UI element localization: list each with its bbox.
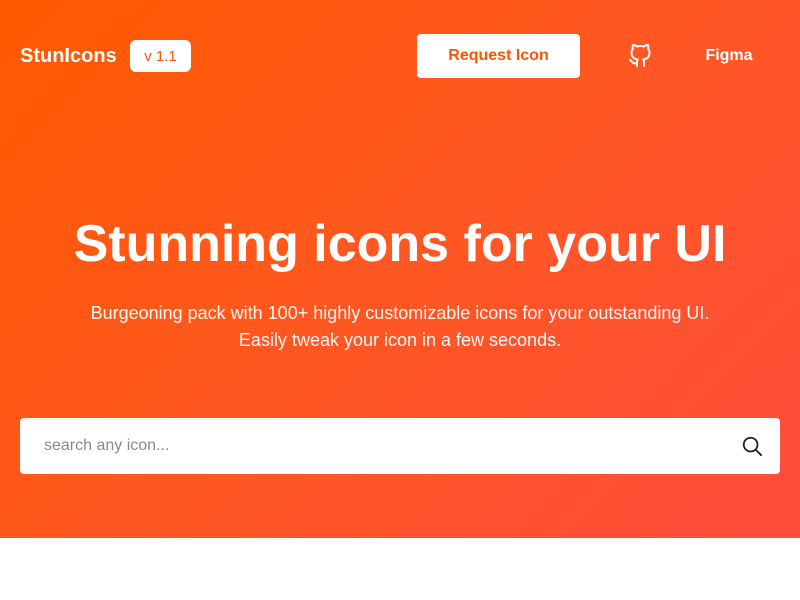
figma-link[interactable]: Figma — [700, 43, 758, 69]
github-link[interactable] — [627, 43, 653, 69]
hero-section: StunIcons v 1.1 Request Icon Figma Stunn… — [0, 0, 800, 538]
search-box — [20, 418, 780, 474]
hero-title: Stunning icons for your UI — [73, 215, 727, 273]
hero-subtitle-line-1: Burgeoning pack with 100+ highly customi… — [90, 303, 710, 323]
request-icon-button[interactable]: Request Icon — [417, 34, 580, 78]
site-logo[interactable]: StunIcons — [20, 43, 117, 69]
version-badge: v 1.1 — [130, 40, 191, 72]
github-icon — [629, 44, 651, 67]
hero-subtitle-line-2: Easily tweak your icon in a few seconds. — [238, 330, 562, 350]
search-icon[interactable] — [740, 434, 764, 458]
search-input[interactable] — [20, 418, 720, 474]
content-area — [0, 538, 800, 600]
hero-subtitle: Burgeoning pack with 100+ highly customi… — [40, 300, 760, 354]
